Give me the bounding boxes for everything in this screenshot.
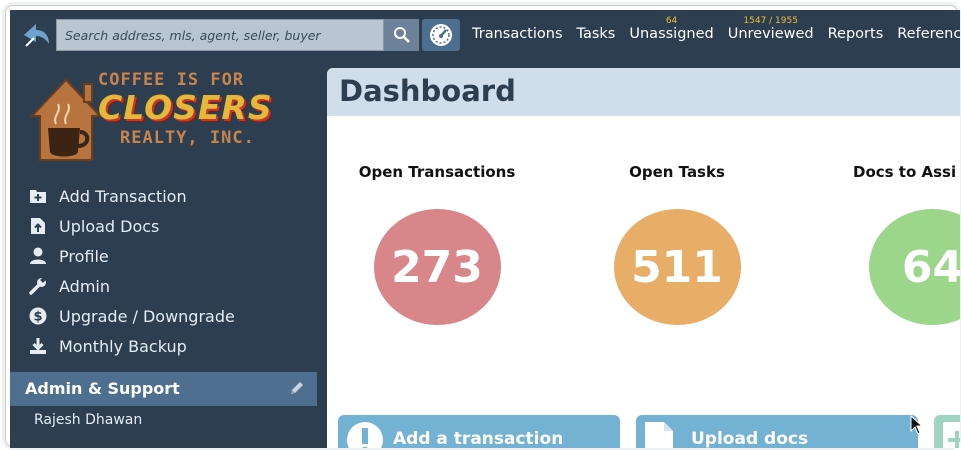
sidebar-item-upload-docs[interactable]: Upload Docs xyxy=(28,211,235,241)
search-button[interactable] xyxy=(384,19,419,51)
upload-docs-button[interactable]: Upload docs xyxy=(636,415,918,448)
dashboard-header: Dashboard xyxy=(327,68,960,116)
stat-open-transactions[interactable]: Open Transactions 273 xyxy=(357,163,517,325)
sidebar-item-label: Profile xyxy=(59,246,109,266)
dashboard-panel: Dashboard Open Transactions 273 Open Tas… xyxy=(327,68,960,448)
nav-transactions[interactable]: Transactions xyxy=(465,10,570,58)
stat-docs-to-assign[interactable]: Docs to Assi 64 xyxy=(853,163,960,325)
admin-support-header[interactable]: Admin & Support xyxy=(10,372,317,406)
pencil-icon[interactable] xyxy=(289,380,305,400)
stat-value: 511 xyxy=(631,241,723,293)
top-navigation-bar: Transactions Tasks 64 Unassigned 1547 / … xyxy=(10,10,960,58)
stat-title: Open Transactions xyxy=(358,163,516,181)
sidebar-menu: Add Transaction Upload Docs Profile Admi… xyxy=(28,181,235,361)
main-area: Dashboard Open Transactions 273 Open Tas… xyxy=(317,58,960,448)
search-box xyxy=(56,19,384,51)
sidebar-item-label: Upgrade / Downgrade xyxy=(59,306,235,326)
sidebar-item-label: Add Transaction xyxy=(59,186,187,206)
brand-line-2: CLOSERS xyxy=(98,88,273,127)
exclamation-circle-icon xyxy=(346,421,384,448)
brand-line-1: COFFEE IS FOR xyxy=(98,70,245,90)
speedometer-icon xyxy=(430,24,452,46)
support-contact-name[interactable]: Rajesh Dhawan xyxy=(34,412,142,428)
nav-reference[interactable]: Reference xyxy=(890,10,960,58)
nav-unassigned[interactable]: 64 Unassigned xyxy=(622,10,720,58)
sidebar-item-profile[interactable]: Profile xyxy=(28,241,235,271)
profile-icon xyxy=(28,246,48,266)
search-icon xyxy=(393,27,410,43)
sidebar-item-add-transaction[interactable]: Add Transaction xyxy=(28,181,235,211)
sidebar-item-label: Admin xyxy=(59,276,110,296)
search-input[interactable] xyxy=(57,20,383,50)
unassigned-count-badge: 64 xyxy=(665,16,678,26)
add-transaction-label: Add a transaction xyxy=(393,429,564,448)
third-action-button[interactable] xyxy=(934,415,960,448)
stat-circle[interactable]: 64 xyxy=(869,209,960,325)
stat-title: Docs to Assi xyxy=(853,163,957,181)
nav-tasks[interactable]: Tasks xyxy=(570,10,623,58)
company-logo[interactable]: COFFEE IS FOR CLOSERS REALTY, INC. xyxy=(28,68,272,164)
unreviewed-count-badge: 1547 / 1955 xyxy=(743,16,798,26)
upload-docs-icon xyxy=(28,216,48,236)
dollar-icon: $ xyxy=(28,306,48,326)
sidebar-item-monthly-backup[interactable]: Monthly Backup xyxy=(28,331,235,361)
add-transaction-icon xyxy=(28,186,48,206)
stat-title: Open Tasks xyxy=(629,163,725,181)
admin-support-label: Admin & Support xyxy=(25,379,180,398)
document-icon xyxy=(644,421,674,448)
stat-value: 64 xyxy=(901,241,960,293)
add-transaction-button[interactable]: Add a transaction xyxy=(338,415,620,448)
sidebar: COFFEE IS FOR CLOSERS REALTY, INC. Add T… xyxy=(10,58,317,448)
sidebar-item-upgrade-downgrade[interactable]: $ Upgrade / Downgrade xyxy=(28,301,235,331)
nav-label: Reports xyxy=(827,26,884,42)
dashboard-button[interactable] xyxy=(422,19,460,51)
nav-label: Unassigned xyxy=(629,26,714,42)
app-window: Transactions Tasks 64 Unassigned 1547 / … xyxy=(10,10,960,448)
nav-label: Unreviewed xyxy=(727,26,814,42)
stat-circle[interactable]: 511 xyxy=(613,209,741,325)
stat-value: 273 xyxy=(391,241,483,293)
nav-label: Tasks xyxy=(576,26,616,42)
sidebar-item-label: Upload Docs xyxy=(59,216,160,236)
page-title: Dashboard xyxy=(339,74,516,108)
nav-label: Transactions xyxy=(472,26,563,42)
sidebar-item-admin[interactable]: Admin xyxy=(28,271,235,301)
nav-label: Reference xyxy=(897,26,960,42)
stat-circle[interactable]: 273 xyxy=(373,209,501,325)
nav-unreviewed[interactable]: 1547 / 1955 Unreviewed xyxy=(721,10,821,58)
svg-text:$: $ xyxy=(33,310,42,325)
upload-docs-label: Upload docs xyxy=(691,429,809,448)
mouse-pointer-icon xyxy=(910,414,924,439)
wrench-icon xyxy=(28,276,48,296)
coffee-house-logo-icon xyxy=(29,78,103,161)
main-nav: Transactions Tasks 64 Unassigned 1547 / … xyxy=(465,10,960,58)
sidebar-item-label: Monthly Backup xyxy=(59,336,187,356)
stat-open-tasks[interactable]: Open Tasks 511 xyxy=(597,163,757,325)
app-logo-icon[interactable] xyxy=(22,22,52,48)
download-icon xyxy=(28,336,48,356)
add-document-icon xyxy=(942,421,960,448)
brand-line-3: REALTY, INC. xyxy=(120,128,255,148)
nav-reports[interactable]: Reports xyxy=(821,10,891,58)
